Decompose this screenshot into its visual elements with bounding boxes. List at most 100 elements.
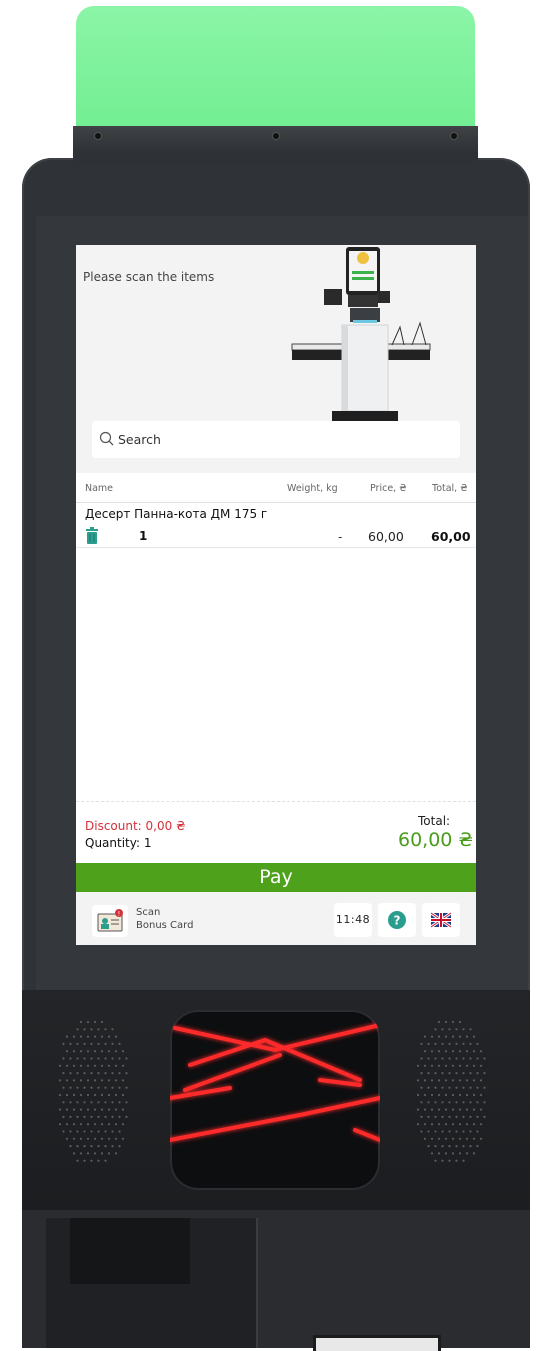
speaker-hole: [83, 1115, 86, 1118]
speaker-hole: [472, 1108, 476, 1111]
speaker-hole: [437, 1035, 441, 1038]
speaker-hole: [465, 1079, 469, 1082]
speaker-hole: [76, 1159, 79, 1162]
speaker-hole: [462, 1130, 465, 1133]
speaker-hole: [476, 1086, 479, 1089]
speaker-hole: [90, 1057, 93, 1060]
speaker-hole: [118, 1086, 121, 1089]
speaker-hole: [427, 1057, 430, 1060]
speaker-hole: [107, 1123, 111, 1126]
speaker-hole: [441, 1145, 444, 1148]
speaker-hole: [416, 1064, 420, 1067]
speaker-hole: [118, 1145, 121, 1148]
speaker-hole: [58, 1064, 62, 1067]
speaker-hole: [79, 1137, 83, 1140]
speaker-hole: [121, 1123, 125, 1126]
speaker-hole: [125, 1057, 128, 1060]
speaker-hole: [111, 1130, 114, 1133]
speaker-hole: [121, 1064, 125, 1067]
speaker-hole: [114, 1108, 118, 1111]
speaker-hole: [427, 1115, 430, 1118]
speaker-hole: [476, 1101, 479, 1104]
trash-icon[interactable]: [85, 527, 99, 544]
pay-button[interactable]: Pay: [76, 863, 476, 892]
bonus-card-label: Scan Bonus Card: [136, 906, 193, 932]
speaker-hole: [107, 1152, 111, 1155]
speaker-hole: [121, 1108, 125, 1111]
speaker-hole: [121, 1093, 125, 1097]
speaker-hole: [416, 1079, 420, 1082]
speaker-hole: [472, 1064, 476, 1067]
speaker-hole: [100, 1064, 104, 1067]
search-field[interactable]: Search: [92, 421, 460, 458]
bonus-card-label-line2: Bonus Card: [136, 920, 194, 931]
speaker-hole: [437, 1079, 441, 1082]
speaker-hole: [86, 1064, 90, 1067]
speaker-grille: [58, 1020, 128, 1162]
speaker-hole: [69, 1115, 72, 1118]
speaker-hole: [118, 1057, 121, 1060]
speaker-hole: [462, 1057, 465, 1060]
speaker-hole: [476, 1057, 479, 1060]
kiosk-neck: [73, 155, 478, 165]
help-button[interactable]: ?: [378, 903, 416, 937]
discount-text: Discount: 0,00 ₴: [85, 819, 186, 833]
speaker-hole: [97, 1072, 100, 1075]
speaker-hole: [462, 1145, 465, 1148]
speaker-hole: [451, 1108, 455, 1111]
speaker-hole: [427, 1145, 430, 1148]
speaker-hole: [465, 1035, 469, 1038]
speaker-hole: [58, 1123, 62, 1126]
speaker-hole: [104, 1057, 107, 1060]
speaker-hole: [451, 1035, 455, 1038]
speaker-hole: [455, 1130, 458, 1133]
row-divider: [76, 547, 476, 548]
speaker-hole: [97, 1145, 100, 1148]
speaker-hole: [76, 1130, 79, 1133]
speaker-hole: [479, 1137, 483, 1140]
speaker-hole: [118, 1072, 121, 1075]
speaker-hole: [72, 1093, 76, 1097]
speaker-hole: [462, 1159, 465, 1162]
speaker-hole: [69, 1042, 72, 1045]
speaker-hole: [423, 1064, 427, 1067]
speaker-hole: [458, 1093, 462, 1097]
speaker-hole: [114, 1123, 118, 1126]
speaker-hole: [104, 1042, 107, 1045]
speaker-hole: [420, 1101, 423, 1104]
speaker-hole: [111, 1042, 114, 1045]
search-icon: [99, 431, 114, 446]
speaker-hole: [93, 1123, 97, 1126]
question-icon: ?: [388, 911, 406, 929]
speaker-hole: [476, 1130, 479, 1133]
speaker-hole: [79, 1123, 83, 1126]
language-button[interactable]: [422, 903, 460, 937]
speaker-hole: [469, 1028, 472, 1031]
speaker-hole: [93, 1152, 97, 1155]
speaker-hole: [93, 1035, 97, 1038]
speaker-hole: [465, 1123, 469, 1126]
speaker-hole: [420, 1042, 423, 1045]
speaker-hole: [62, 1072, 65, 1075]
speaker-hole: [86, 1035, 90, 1038]
speaker-hole: [97, 1130, 100, 1133]
light-mount: [73, 126, 478, 156]
speaker-hole: [472, 1035, 476, 1038]
speaker-hole: [434, 1130, 437, 1133]
speaker-hole: [90, 1130, 93, 1133]
receipt-opening: [70, 1218, 190, 1284]
speaker-hole: [462, 1072, 465, 1075]
speaker-hole: [111, 1101, 114, 1104]
speaker-hole: [483, 1101, 486, 1104]
speaker-hole: [451, 1064, 455, 1067]
order-summary: Discount: 0,00 ₴ Quantity: 1 Total: 60,0…: [76, 801, 476, 864]
speaker-hole: [483, 1057, 486, 1060]
speaker-hole: [76, 1072, 79, 1075]
speaker-hole: [69, 1130, 72, 1133]
scan-bonus-card-button[interactable]: !: [92, 905, 128, 937]
speaker-hole: [434, 1101, 437, 1104]
speaker-hole: [86, 1108, 90, 1111]
speaker-hole: [90, 1101, 93, 1104]
speaker-hole: [423, 1108, 427, 1111]
speaker-hole: [427, 1101, 430, 1104]
